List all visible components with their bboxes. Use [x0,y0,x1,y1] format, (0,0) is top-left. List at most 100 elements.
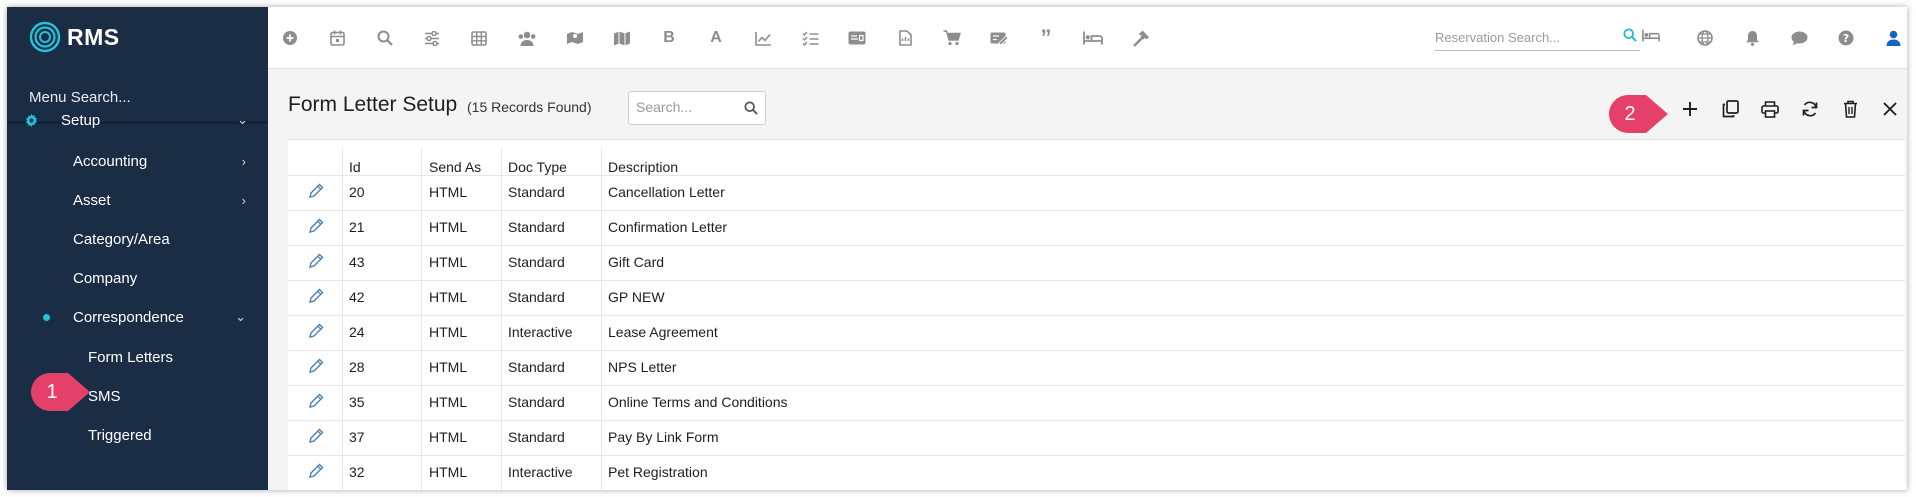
sidebar-item-setup[interactable]: Setup ⌄ [7,103,268,137]
logo-text: RMS [67,23,120,50]
edit-pencil-icon[interactable] [308,428,326,446]
cell-doc-type: Standard [508,219,565,235]
table-row[interactable]: 20 HTML Standard Cancellation Letter [288,175,1905,210]
cell-send-as: HTML [429,324,468,340]
cell-doc-type: Standard [508,184,565,200]
map-fold-icon[interactable] [611,27,633,49]
edit-pencil-icon[interactable] [308,288,326,306]
quote-icon[interactable]: ” [1035,25,1057,50]
cell-description: Lease Agreement [608,324,718,340]
sidebar-item-category-area[interactable]: Category/Area [7,222,268,256]
close-icon[interactable] [1877,96,1903,122]
bed-icon[interactable] [1082,27,1104,49]
sidebar-item-label: Correspondence [73,308,184,326]
table-row[interactable]: 43 HTML Standard Gift Card [288,245,1905,280]
chat-icon[interactable] [1788,27,1810,49]
cell-id: 24 [349,324,365,340]
cell-id: 43 [349,254,365,270]
search-icon[interactable] [744,101,758,120]
globe-icon[interactable] [1694,27,1716,49]
sidebar-item-label: Asset [73,191,111,209]
refresh-icon[interactable] [1797,96,1823,122]
search-icon[interactable] [1623,28,1637,47]
grid-icon[interactable] [468,27,490,49]
copy-icon[interactable] [1717,96,1743,122]
cell-send-as: HTML [429,429,468,445]
sidebar-item-label: Category/Area [73,230,170,248]
document-icon[interactable] [894,27,916,49]
chart-line-icon[interactable] [752,27,774,49]
edit-pencil-icon[interactable] [308,323,326,341]
cell-doc-type: Standard [508,394,565,410]
cart-icon[interactable] [941,27,963,49]
table-row[interactable]: 42 HTML Standard GP NEW [288,280,1905,315]
edit-pencil-icon[interactable] [308,463,326,481]
cell-description: Gift Card [608,254,665,270]
sidebar-item-label: Setup [61,111,101,129]
column-header-send-as[interactable]: Send As [429,159,481,175]
sidebar-item-accounting[interactable]: Accounting › [7,144,268,178]
rms-logo[interactable]: RMS [29,21,120,53]
bed-icon[interactable] [1642,29,1660,47]
bell-icon[interactable] [1741,27,1763,49]
help-icon[interactable]: ? [1835,27,1857,49]
column-header-description[interactable]: Description [608,159,678,175]
sidebar-item-label: SMS [88,387,121,405]
search-icon[interactable] [374,27,396,49]
sidebar-subitem-triggered[interactable]: Triggered [7,418,268,452]
sliders-icon[interactable] [421,27,443,49]
edit-pencil-icon[interactable] [308,183,326,201]
delete-icon[interactable] [1837,96,1863,122]
table-row[interactable]: 32 HTML Interactive Pet Registration [288,455,1905,490]
chevron-right-icon: › [241,153,246,169]
edit-pencil-icon[interactable] [308,358,326,376]
print-icon[interactable] [1757,96,1783,122]
column-header-doc-type[interactable]: Doc Type [508,159,567,175]
cell-send-as: HTML [429,219,468,235]
column-header-id[interactable]: Id [349,159,361,175]
table-row[interactable]: 35 HTML Standard Online Terms and Condition… [288,385,1905,420]
page-title: Form Letter Setup [288,93,458,116]
add-circle-icon[interactable] [279,27,301,49]
edit-pencil-icon[interactable] [308,218,326,236]
user-icon[interactable] [1882,27,1904,49]
id-card-icon[interactable] [846,27,868,49]
cell-send-as: HTML [429,289,468,305]
cell-doc-type: Standard [508,289,565,305]
cell-id: 21 [349,219,365,235]
guests-icon[interactable] [516,27,538,49]
sidebar-item-correspondence[interactable]: Correspondence ⌄ [7,300,268,334]
edit-pencil-icon[interactable] [308,393,326,411]
sidebar-item-label: Accounting [73,152,148,170]
cell-id: 28 [349,359,365,375]
add-icon[interactable] [1677,96,1703,122]
grid-search-input[interactable] [636,99,736,115]
sidebar-item-asset[interactable]: Asset › [7,183,268,217]
cell-description: Pet Registration [608,464,708,480]
checklist-icon[interactable] [799,27,821,49]
bold-b-icon[interactable]: B [658,27,680,49]
calendar-icon[interactable] [326,27,348,49]
table-row[interactable]: 24 HTML Interactive Lease Agreement [288,315,1905,350]
cell-doc-type: Standard [508,254,565,270]
table-row[interactable]: 37 HTML Standard Pay By Link Form [288,420,1905,455]
table-row[interactable]: 21 HTML Standard Confirmation Letter [288,210,1905,245]
cell-send-as: HTML [429,359,468,375]
cell-send-as: HTML [429,184,468,200]
sidebar-subitem-form-letters[interactable]: Form Letters [7,340,268,374]
letter-a-icon[interactable]: A [705,27,727,49]
map-icon[interactable] [564,27,586,49]
hammer-icon[interactable] [1130,27,1152,49]
table-row[interactable]: 28 HTML Standard NPS Letter [288,350,1905,385]
sidebar-item-company[interactable]: Company [7,261,268,295]
cell-description: Pay By Link Form [608,429,719,445]
sidebar-item-label: Triggered [88,426,152,444]
edit-pencil-icon[interactable] [308,253,326,271]
active-dot-indicator [43,313,50,321]
reservation-search [1435,25,1660,51]
reservation-search-input[interactable] [1435,25,1595,49]
callout-marker-1: 1 [30,372,92,412]
voucher-icon[interactable] [988,27,1010,49]
cell-description: NPS Letter [608,359,677,375]
cell-description: Confirmation Letter [608,219,728,235]
